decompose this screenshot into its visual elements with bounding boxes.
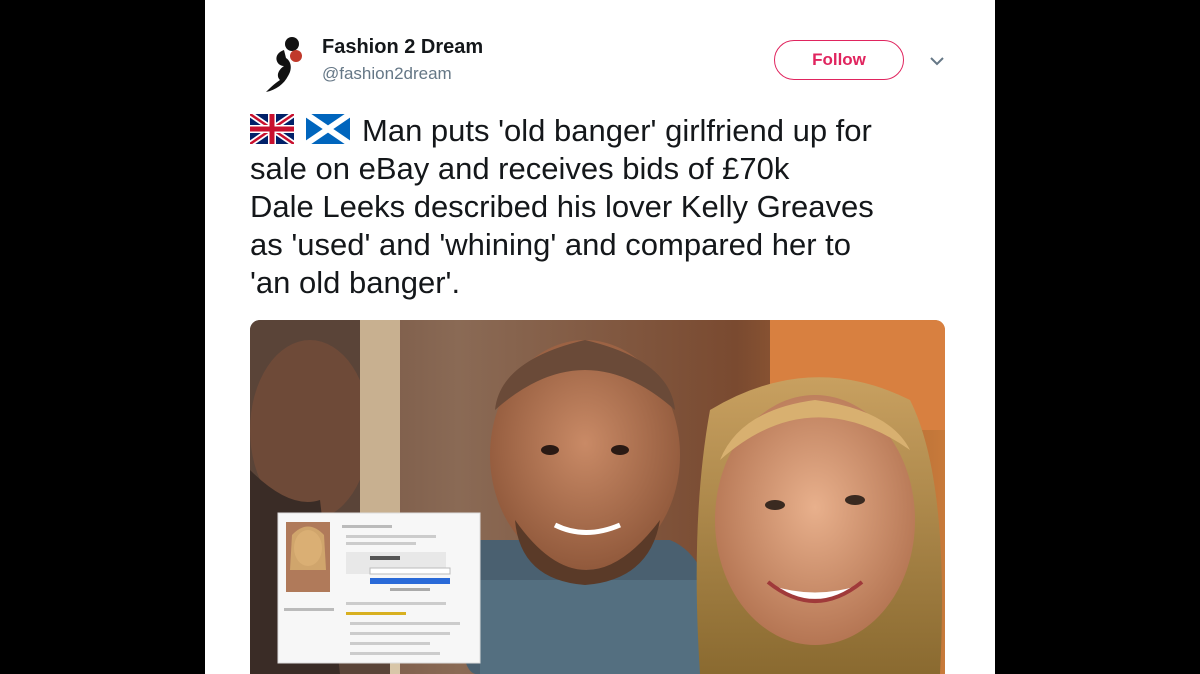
tweet-line-3: Dale Leeks described his lover Kelly Gre… xyxy=(250,189,874,224)
tweet-line-1: Man puts 'old banger' girlfriend up for xyxy=(248,111,970,150)
tweet-line-text: Man puts 'old banger' girlfriend up for xyxy=(362,113,872,148)
tweet-line-4: as 'used' and 'whining' and compared her… xyxy=(250,227,852,262)
chevron-down-icon[interactable] xyxy=(928,54,946,68)
scotland-flag-icon xyxy=(304,111,352,147)
follow-button[interactable]: Follow xyxy=(774,40,904,80)
tweet-photo[interactable] xyxy=(250,320,945,674)
ebay-listing-inset xyxy=(277,512,481,664)
tweet-line-5: 'an old banger'. xyxy=(250,265,461,300)
tweet-line-2: sale on eBay and receives bids of £70k xyxy=(250,151,790,186)
tweet-text: Man puts 'old banger' girlfriend up for … xyxy=(248,111,970,302)
uk-flag-icon xyxy=(248,111,296,147)
account-logo-icon[interactable] xyxy=(262,36,306,94)
account-handle[interactable]: @fashion2dream xyxy=(322,64,452,84)
display-name[interactable]: Fashion 2 Dream xyxy=(322,36,483,59)
